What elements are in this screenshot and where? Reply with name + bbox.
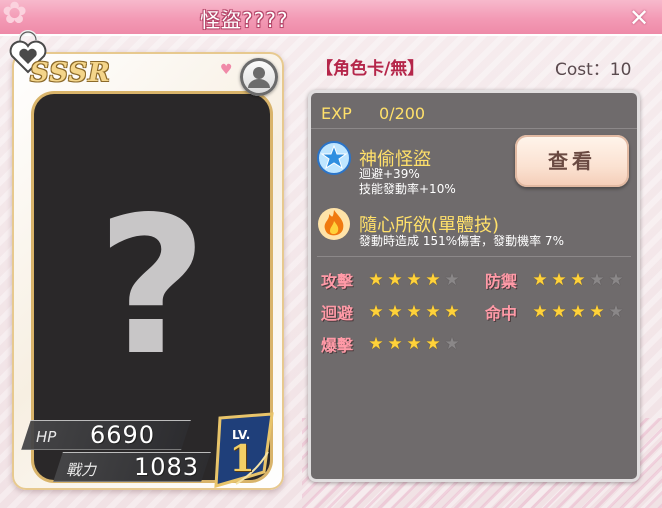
- flame-icon: [318, 208, 350, 240]
- power-value: 1083: [134, 453, 200, 481]
- star-filled-icon: ★: [551, 270, 567, 290]
- attr-label: 迴避: [321, 304, 354, 323]
- card-type: 【角色卡/無】: [316, 59, 425, 79]
- star-filled-icon: ★: [425, 270, 441, 290]
- star-rating: ★ ★ ★ ★ ★: [367, 334, 462, 354]
- star-filled-icon: ★: [406, 270, 422, 290]
- star-filled-icon: ★: [387, 334, 403, 354]
- star-empty-icon: ★: [608, 302, 624, 322]
- window-title: 怪盜????: [200, 8, 289, 32]
- star-badge-icon: [317, 141, 351, 175]
- star-filled-icon: ★: [570, 302, 586, 322]
- avatar-icon[interactable]: [240, 58, 278, 96]
- info-panel: EXP 0/200 神偷怪盜 迴避+39% 技能發動率+10% 查看 隨心所欲(…: [308, 90, 640, 482]
- star-filled-icon: ★: [387, 270, 403, 290]
- attr-label: 攻擊: [321, 272, 354, 291]
- star-filled-icon: ★: [532, 302, 548, 322]
- star-filled-icon: ★: [589, 302, 605, 322]
- level-value: 1: [229, 438, 255, 480]
- star-filled-icon: ★: [406, 334, 422, 354]
- exp-row: EXP 0/200: [311, 99, 637, 129]
- star-empty-icon: ★: [444, 334, 460, 354]
- view-button[interactable]: 查看: [515, 135, 629, 187]
- star-filled-icon: ★: [532, 270, 548, 290]
- star-filled-icon: ★: [368, 334, 384, 354]
- star-rating: ★ ★ ★ ★ ★: [367, 302, 462, 322]
- cost-value: Cost：10: [555, 60, 632, 80]
- star-empty-icon: ★: [589, 270, 605, 290]
- exp-label: EXP: [321, 104, 352, 123]
- star-filled-icon: ★: [406, 302, 422, 322]
- star-filled-icon: ★: [368, 302, 384, 322]
- star-rating: ★ ★ ★ ★ ★: [367, 270, 462, 290]
- star-rating: ★ ★ ★ ★ ★: [531, 302, 626, 322]
- attr-label: 防禦: [485, 272, 518, 291]
- star-empty-icon: ★: [444, 270, 460, 290]
- star-empty-icon: ★: [608, 270, 624, 290]
- attr-label: 命中: [485, 304, 518, 323]
- hp-label: HP: [36, 428, 57, 446]
- hp-value: 6690: [90, 421, 156, 449]
- title-bar: ✿ 怪盜???? ✕: [0, 0, 662, 36]
- star-filled-icon: ★: [368, 270, 384, 290]
- star-filled-icon: ★: [387, 302, 403, 322]
- star-filled-icon: ★: [570, 270, 586, 290]
- star-rating: ★ ★ ★ ★ ★: [531, 270, 626, 290]
- heart-icon: ♥: [220, 62, 233, 78]
- close-icon[interactable]: ✕: [626, 5, 652, 31]
- divider: [317, 256, 631, 257]
- exp-value: 0/200: [379, 104, 426, 123]
- skill-desc-line: 迴避+39%: [359, 167, 420, 181]
- star-filled-icon: ★: [551, 302, 567, 322]
- skill-desc-line: 技能發動率+10%: [359, 182, 456, 196]
- sakura-icon: ✿: [2, 0, 28, 31]
- rarity-badge: SSSR: [30, 58, 111, 88]
- star-filled-icon: ★: [425, 334, 441, 354]
- attr-label: 爆擊: [321, 336, 354, 355]
- star-filled-icon: ★: [444, 302, 460, 322]
- power-label: 戰力: [66, 461, 97, 479]
- star-filled-icon: ★: [425, 302, 441, 322]
- unknown-image-placeholder: ?: [96, 176, 208, 397]
- skill-desc-line: 發動時造成 151%傷害，發動機率 7%: [359, 234, 564, 248]
